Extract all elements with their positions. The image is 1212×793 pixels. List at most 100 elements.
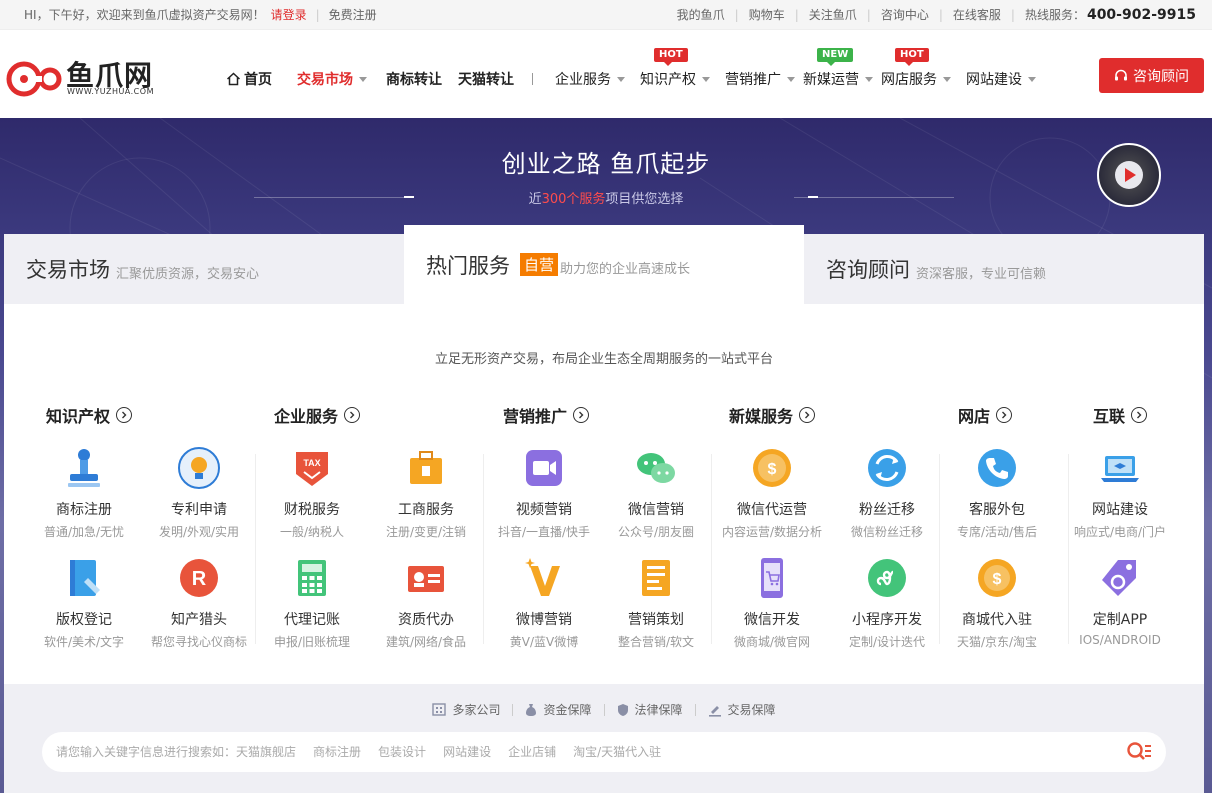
service-marketing-plan[interactable]: 营销策划 整合营销/软文 — [600, 556, 712, 650]
service-desc: 微信粉丝迁移 — [850, 525, 923, 539]
service-qualification[interactable]: 资质代办 建筑/网络/食品 — [370, 556, 482, 650]
service-custom-app[interactable]: 定制APP IOS/ANDROID — [1064, 556, 1176, 647]
banner-title: 创业之路 鱼爪起步 — [501, 150, 711, 178]
search-example[interactable]: 包装设计 — [378, 732, 426, 772]
service-desc: 普通/加急/无忧 — [43, 525, 125, 539]
app-tag-icon — [1102, 560, 1136, 596]
video-play-button[interactable] — [1097, 143, 1161, 207]
search-placeholder: 请您输入关键字信息进行搜索如： 天猫旗舰店 商标注册 包装设计 网站建设 企业店… — [56, 732, 678, 772]
service-name: 定制APP — [1092, 612, 1148, 628]
nav-website[interactable]: 网站建设 — [966, 69, 1036, 89]
service-desc: 注册/变更/注销 — [385, 525, 467, 539]
register-link[interactable]: 免费注册 — [329, 0, 377, 30]
service-desc: 帮您寻找心仪商标 — [150, 635, 247, 649]
v-icon — [525, 558, 560, 596]
service-desc: 定制/设计迭代 — [848, 635, 926, 649]
guarantee-list: 多家公司 资金保障 法律保障 交易保障 — [4, 701, 1204, 718]
nav-market[interactable]: 交易市场 — [297, 69, 367, 89]
follow-link[interactable]: 关注鱼爪 — [809, 0, 857, 30]
service-desc: 黄V/蓝V微博 — [509, 635, 579, 649]
service-name: 网站建设 — [1092, 502, 1148, 518]
service-ip-headhunter[interactable]: R 知产猎头 帮您寻找心仪商标 — [143, 556, 255, 650]
shop-coin-icon: $ — [978, 559, 1016, 597]
top-bar-right: 我的鱼爪 | 购物车 | 关注鱼爪 | 咨询中心 | 在线客服 | 热线服务： … — [677, 0, 1196, 30]
service-wechat-operation[interactable]: $ 微信代运营 内容运营/数据分析 — [716, 446, 828, 540]
tab-hot-services[interactable]: 热门服务 自营 助力您的企业高速成长 — [404, 225, 804, 304]
search-example[interactable]: 企业店铺 — [508, 732, 556, 772]
category-enterprise[interactable]: 企业服务 — [274, 403, 361, 427]
service-desc: IOS/ANDROID — [1079, 633, 1161, 647]
service-desc: 整合营销/软文 — [617, 635, 695, 649]
play-icon — [1115, 161, 1143, 189]
document-icon — [642, 560, 670, 596]
category-new-media[interactable]: 新媒服务 — [729, 403, 816, 427]
search-example[interactable]: 天猫旗舰店 — [236, 732, 296, 772]
service-copyright[interactable]: 版权登记 软件/美术/文字 — [28, 556, 140, 650]
service-desc: 专席/活动/售后 — [956, 525, 1038, 539]
search-icon[interactable] — [1126, 741, 1152, 763]
nav-marketing[interactable]: 营销推广 — [725, 69, 795, 89]
guarantee-label: 资金保障 — [543, 703, 592, 717]
chevron-down-icon — [787, 76, 795, 82]
chevron-down-icon — [1028, 76, 1036, 82]
service-fan-migration[interactable]: 粉丝迁移 微信粉丝迁移 — [831, 446, 943, 540]
banner-subtitle: 近300个服务项目供您选择 — [0, 188, 1212, 207]
my-yuzhua-link[interactable]: 我的鱼爪 — [677, 0, 725, 30]
nav-trademark-transfer[interactable]: 商标转让 — [386, 69, 442, 89]
service-customer-outsourcing[interactable]: 客服外包 专席/活动/售后 — [941, 446, 1053, 540]
service-video-marketing[interactable]: 视频营销 抖音/一直播/快手 — [488, 446, 600, 540]
service-weibo-marketing[interactable]: 微博营销 黄V/蓝V微博 — [488, 556, 600, 650]
nav-ip[interactable]: HOT 知识产权 — [640, 48, 710, 89]
search-example[interactable]: 商标注册 — [313, 732, 361, 772]
service-business[interactable]: 工商服务 注册/变更/注销 — [370, 446, 482, 540]
nav-tmall-label: 天猫转让 — [458, 72, 514, 88]
nav-home[interactable]: 首页 — [226, 69, 272, 89]
service-desc: 一般/纳税人 — [279, 525, 345, 539]
panel-footer: 多家公司 资金保障 法律保障 交易保障 请您输入关键字信息进行搜索如： 天猫旗舰… — [4, 684, 1204, 793]
consult-center-link[interactable]: 咨询中心 — [881, 0, 929, 30]
shield-icon — [617, 703, 628, 716]
nav-new-media[interactable]: NEW 新媒运营 — [803, 48, 873, 89]
search-bar[interactable]: 请您输入关键字信息进行搜索如： 天猫旗舰店 商标注册 包装设计 网站建设 企业店… — [42, 732, 1166, 772]
divider: | — [1010, 8, 1015, 22]
nav-enterprise[interactable]: 企业服务 — [555, 69, 625, 89]
nav-new-media-label: 新媒运营 — [803, 72, 859, 88]
new-badge: NEW — [817, 48, 854, 66]
search-example[interactable]: 淘宝/天猫代入驻 — [573, 732, 661, 772]
nav-shop-service[interactable]: HOT 网店服务 — [881, 48, 951, 89]
service-bookkeeping[interactable]: 代理记账 申报/旧账梳理 — [256, 556, 368, 650]
nav-shop-service-label: 网店服务 — [881, 72, 937, 88]
phone-icon — [978, 449, 1016, 487]
search-example[interactable]: 网站建设 — [443, 732, 491, 772]
category-label: 互联 — [1093, 407, 1126, 426]
cart-link[interactable]: 购物车 — [749, 0, 785, 30]
online-service-link[interactable]: 在线客服 — [953, 0, 1001, 30]
tab-hot-title: 热门服务 — [426, 253, 510, 278]
category-ip[interactable]: 知识产权 — [46, 403, 133, 427]
tab-consult[interactable]: 咨询顾问 资深客服，专业可信赖 — [804, 234, 1204, 304]
nav-enterprise-label: 企业服务 — [555, 72, 611, 88]
service-mall-entry[interactable]: $ 商城代入驻 天猫/京东/淘宝 — [941, 556, 1053, 650]
service-miniprogram[interactable]: 小程序开发 定制/设计迭代 — [831, 556, 943, 650]
category-marketing[interactable]: 营销推广 — [503, 403, 590, 427]
category-internet[interactable]: 互联 — [1093, 403, 1148, 427]
calculator-icon — [298, 560, 326, 596]
service-tax[interactable]: TAX 财税服务 一般/纳税人 — [256, 446, 368, 540]
service-wechat-marketing[interactable]: 微信营销 公众号/朋友圈 — [600, 446, 712, 540]
login-link[interactable]: 请登录 — [271, 0, 307, 30]
tab-market[interactable]: 交易市场 汇聚优质资源，交易安心 — [4, 234, 404, 304]
service-patent[interactable]: 专利申请 发明/外观/实用 — [143, 446, 255, 540]
hotline-number: 400-902-9915 — [1086, 7, 1196, 23]
service-name: 版权登记 — [56, 612, 112, 628]
category-shop[interactable]: 网店 — [958, 403, 1013, 427]
panel-slogan: 立足无形资产交易，布局企业生态全周期服务的一站式平台 — [434, 352, 773, 367]
nav-ip-label: 知识产权 — [640, 72, 696, 88]
nav-tmall-transfer[interactable]: 天猫转让 — [458, 69, 514, 89]
divider: | — [315, 8, 320, 22]
tab-consult-title: 咨询顾问 — [826, 258, 910, 282]
tax-icon: TAX — [296, 452, 328, 486]
service-wechat-dev[interactable]: 微信开发 微商城/微官网 — [716, 556, 828, 650]
service-website[interactable]: 网站建设 响应式/电商/门户 — [1064, 446, 1176, 540]
consult-button[interactable]: 咨询顾问 — [1099, 58, 1204, 93]
service-trademark-registration[interactable]: 商标注册 普通/加急/无忧 — [28, 446, 140, 540]
